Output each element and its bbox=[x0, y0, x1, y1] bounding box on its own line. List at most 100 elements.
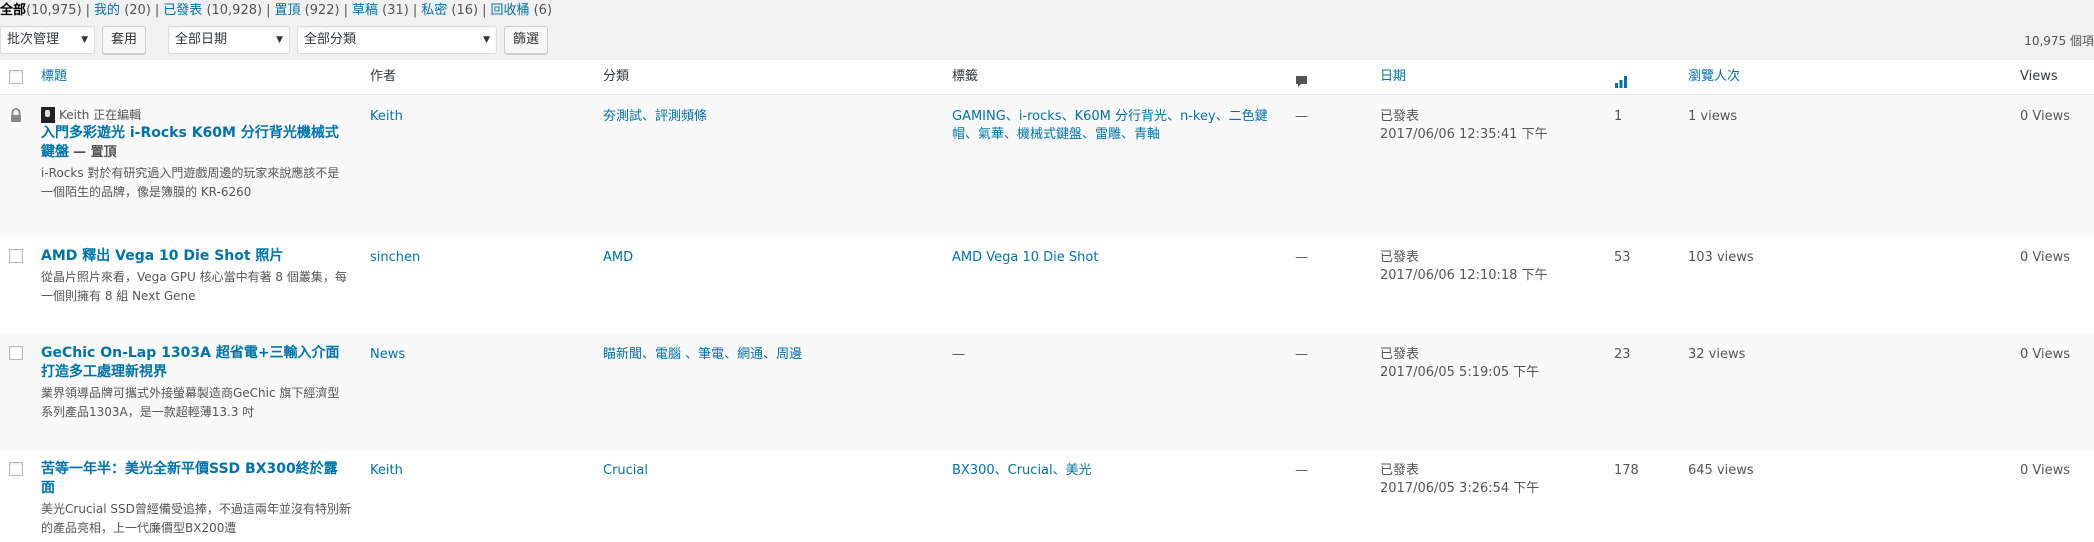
table-toolbar: 批次管理 ▼ 套用 全部日期 ▼ 全部分類 ▼ 篩選 10,975 個項 bbox=[0, 26, 2094, 56]
post-stat-count: 53 bbox=[1614, 250, 1631, 265]
post-excerpt: 美光Crucial SSD曾經備受追捧，不過這兩年並沒有特別新的產品亮相，上一代… bbox=[41, 502, 351, 535]
post-status: 已發表 bbox=[1380, 250, 1420, 265]
post-title-cell: 苦等一年半：美光全新平價SSD BX300終於露面 美光Crucial SSD曾… bbox=[41, 460, 351, 538]
post-tags: — bbox=[952, 347, 965, 362]
apply-button[interactable]: 套用 bbox=[102, 26, 147, 54]
table-header: 標題 作者 分類 標籤 日期 瀏覽人次 Views bbox=[0, 60, 2094, 95]
post-tags[interactable]: AMD Vega 10 Die Shot bbox=[952, 249, 1282, 267]
filter-mine-label: 我的 bbox=[94, 3, 121, 18]
filter-all[interactable]: 全部(10,975) bbox=[0, 3, 82, 18]
chevron-down-icon: ▼ bbox=[276, 35, 283, 45]
filter-published[interactable]: 已發表 (10,928) bbox=[163, 3, 262, 18]
post-stat-count: 1 bbox=[1614, 109, 1623, 124]
editing-notice-text: Keith 正在編輯 bbox=[59, 108, 142, 122]
filter-sticky-count: (922) bbox=[304, 3, 340, 18]
date-filter-select[interactable]: 全部日期 ▼ bbox=[168, 26, 290, 54]
filter-drafts-count: (31) bbox=[382, 3, 409, 18]
category-filter-select[interactable]: 全部分類 ▼ bbox=[297, 26, 497, 54]
filter-published-label: 已發表 bbox=[163, 3, 203, 18]
post-date-cell: 已發表 2017/06/06 12:10:18 下午 bbox=[1380, 249, 1548, 285]
post-categories[interactable]: 夯測試、評測頻條 bbox=[603, 108, 707, 126]
date-filter-value: 全部日期 bbox=[175, 32, 228, 47]
category-filter-value: 全部分類 bbox=[304, 32, 357, 47]
separator: | bbox=[85, 3, 91, 18]
post-tags[interactable]: GAMING、i-rocks、K60M 分行背光、n-key、二色鍵帽、氣華、機… bbox=[952, 108, 1282, 144]
post-categories[interactable]: AMD bbox=[603, 249, 633, 267]
row-checkbox[interactable] bbox=[9, 462, 23, 476]
column-tags-header: 標籤 bbox=[952, 69, 979, 84]
post-comments: — bbox=[1295, 347, 1308, 362]
post-status: 已發表 bbox=[1380, 109, 1420, 124]
post-comments: — bbox=[1295, 109, 1308, 124]
bulk-action-select[interactable]: 批次管理 ▼ bbox=[0, 26, 95, 54]
post-categories[interactable]: Crucial bbox=[603, 462, 648, 480]
post-tags[interactable]: BX300、Crucial、美光 bbox=[952, 462, 1282, 480]
filter-mine-count: (20) bbox=[124, 3, 151, 18]
filter-mine[interactable]: 我的 (20) bbox=[94, 3, 151, 18]
row-checkbox[interactable] bbox=[9, 249, 23, 263]
post-views-cn: 645 views bbox=[1688, 463, 1754, 478]
filter-drafts[interactable]: 草稿 (31) bbox=[352, 3, 409, 18]
post-author-link[interactable]: Keith bbox=[370, 462, 403, 480]
post-comments: — bbox=[1295, 250, 1308, 265]
post-views: 0 Views bbox=[2020, 463, 2071, 478]
post-excerpt: i-Rocks 對於有研究過入門遊戲周邊的玩家來說應該不是一個陌生的品牌，像是簿… bbox=[41, 166, 340, 199]
post-views-cn: 103 views bbox=[1688, 250, 1754, 265]
post-author-link[interactable]: sinchen bbox=[370, 249, 420, 267]
chevron-down-icon: ▼ bbox=[483, 35, 490, 45]
post-views-cn: 1 views bbox=[1688, 109, 1738, 124]
chevron-down-icon: ▼ bbox=[81, 35, 88, 45]
post-date-cell: 已發表 2017/06/05 3:26:54 下午 bbox=[1380, 462, 1539, 498]
column-title-header[interactable]: 標題 bbox=[41, 60, 67, 94]
column-views-cn-header[interactable]: 瀏覽人次 bbox=[1688, 60, 1740, 94]
post-date: 2017/06/06 12:10:18 下午 bbox=[1380, 268, 1548, 283]
post-author-link[interactable]: News bbox=[370, 346, 405, 364]
post-date: 2017/06/05 3:26:54 下午 bbox=[1380, 481, 1540, 496]
table-row: GeChic On-Lap 1303A 超省電+三輸入介面 打造多工處理新視界 … bbox=[0, 334, 2094, 450]
lock-icon bbox=[9, 108, 23, 129]
row-checkbox[interactable] bbox=[9, 346, 23, 360]
filter-button[interactable]: 篩選 bbox=[504, 26, 549, 54]
post-excerpt: 業界領導品牌可攜式外接螢幕製造商GeChic 旗下經濟型系列產品1303A，是一… bbox=[41, 386, 340, 419]
bulk-action-value: 批次管理 bbox=[7, 32, 60, 47]
post-date-cell: 已發表 2017/06/05 5:19:05 下午 bbox=[1380, 346, 1539, 382]
editing-notice: Keith 正在編輯 bbox=[41, 106, 351, 124]
post-excerpt: 從晶片照片來看，Vega GPU 核心當中有著 8 個叢集，每一個則擁有 8 組… bbox=[41, 270, 347, 303]
filter-private[interactable]: 私密 (16) bbox=[421, 3, 478, 18]
separator: | bbox=[154, 3, 160, 18]
separator: | bbox=[482, 3, 487, 18]
post-date: 2017/06/05 5:19:05 下午 bbox=[1380, 365, 1540, 380]
separator: | bbox=[412, 3, 418, 18]
separator: | bbox=[343, 3, 348, 18]
table-row: 苦等一年半：美光全新平價SSD BX300終於露面 美光Crucial SSD曾… bbox=[0, 450, 2094, 542]
column-date-header[interactable]: 日期 bbox=[1380, 60, 1406, 94]
post-status: 已發表 bbox=[1380, 347, 1420, 362]
filter-trash[interactable]: 回收桶 (6) bbox=[490, 3, 552, 18]
select-all-checkbox[interactable] bbox=[9, 70, 23, 84]
post-date: 2017/06/06 12:35:41 下午 bbox=[1380, 127, 1548, 142]
filter-all-count: (10,975) bbox=[26, 3, 82, 18]
filter-trash-label: 回收桶 bbox=[490, 3, 530, 18]
avatar bbox=[41, 107, 55, 123]
filter-sticky-label: 置頂 bbox=[274, 3, 301, 18]
post-title-link[interactable]: AMD 釋出 Vega 10 Die Shot 照片 bbox=[41, 248, 283, 264]
post-views: 0 Views bbox=[2020, 347, 2071, 362]
filter-private-label: 私密 bbox=[421, 3, 448, 18]
filter-all-label: 全部 bbox=[0, 3, 27, 18]
column-views-header: Views bbox=[2020, 69, 2058, 84]
post-title-cell: Keith 正在編輯 入門多彩遊光 i-Rocks K60M 分行背光機械式鍵盤… bbox=[41, 106, 351, 202]
post-stat-count: 23 bbox=[1614, 347, 1631, 362]
post-views-cn: 32 views bbox=[1688, 347, 1746, 362]
post-title-link[interactable]: GeChic On-Lap 1303A 超省電+三輸入介面 打造多工處理新視界 bbox=[41, 345, 340, 380]
post-title-link[interactable]: 苦等一年半：美光全新平價SSD BX300終於露面 bbox=[41, 461, 338, 496]
post-categories[interactable]: 瞄新聞、電腦 、筆電、網通、周邊 bbox=[603, 346, 802, 364]
posts-table: 標題 作者 分類 標籤 日期 瀏覽人次 Views Keith 正在編輯 入門多… bbox=[0, 60, 2094, 542]
table-row: Keith 正在編輯 入門多彩遊光 i-Rocks K60M 分行背光機械式鍵盤… bbox=[0, 95, 2094, 237]
total-items-count: 10,975 個項 bbox=[2024, 34, 2094, 48]
separator: | bbox=[266, 3, 271, 18]
filter-sticky[interactable]: 置頂 (922) bbox=[274, 3, 339, 18]
filter-trash-count: (6) bbox=[533, 3, 553, 18]
table-row: AMD 釋出 Vega 10 Die Shot 照片 從晶片照片來看，Vega … bbox=[0, 237, 2094, 334]
post-author-link[interactable]: Keith bbox=[370, 108, 403, 126]
post-views: 0 Views bbox=[2020, 250, 2071, 265]
